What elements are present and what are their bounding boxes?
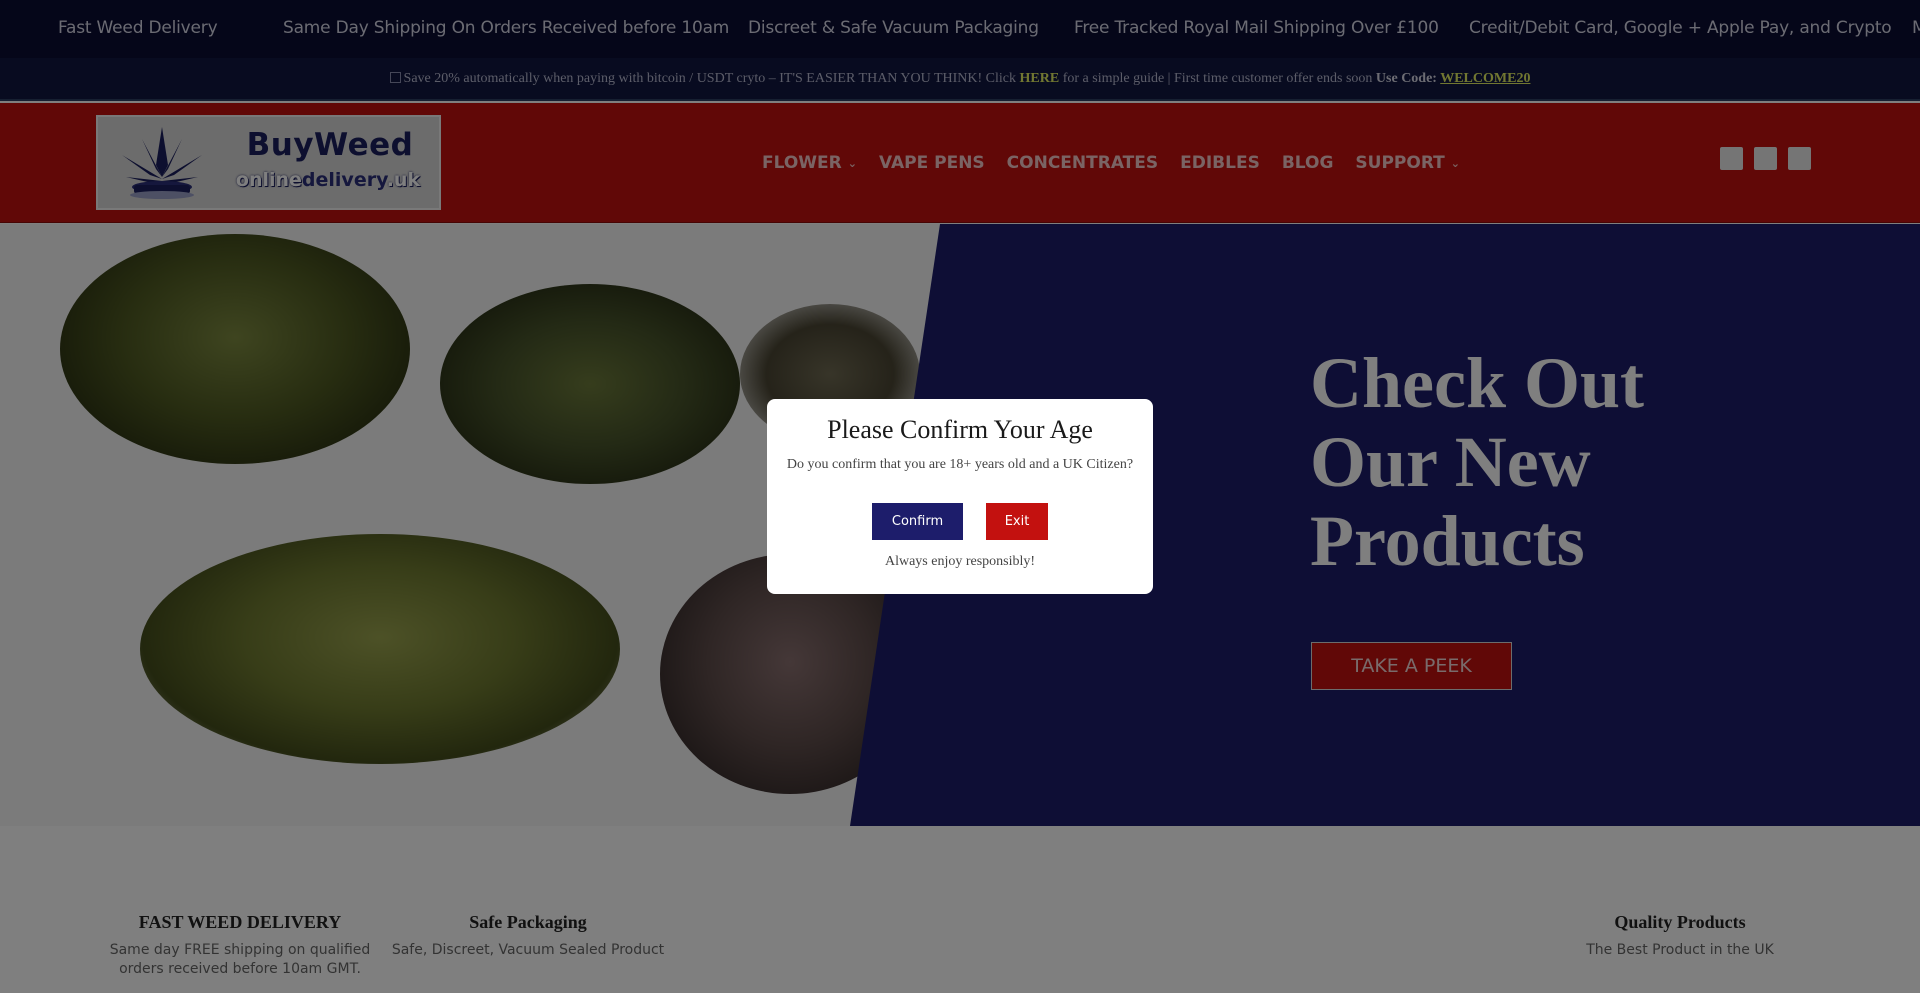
- modal-message: Do you confirm that you are 18+ years ol…: [786, 457, 1134, 472]
- confirm-button[interactable]: Confirm: [872, 503, 963, 540]
- age-verification-modal: Please Confirm Your Age Do you confirm t…: [767, 399, 1153, 594]
- exit-button[interactable]: Exit: [986, 503, 1048, 540]
- modal-title: Please Confirm Your Age: [827, 415, 1093, 444]
- modal-footer: Always enjoy responsibly!: [884, 554, 1036, 569]
